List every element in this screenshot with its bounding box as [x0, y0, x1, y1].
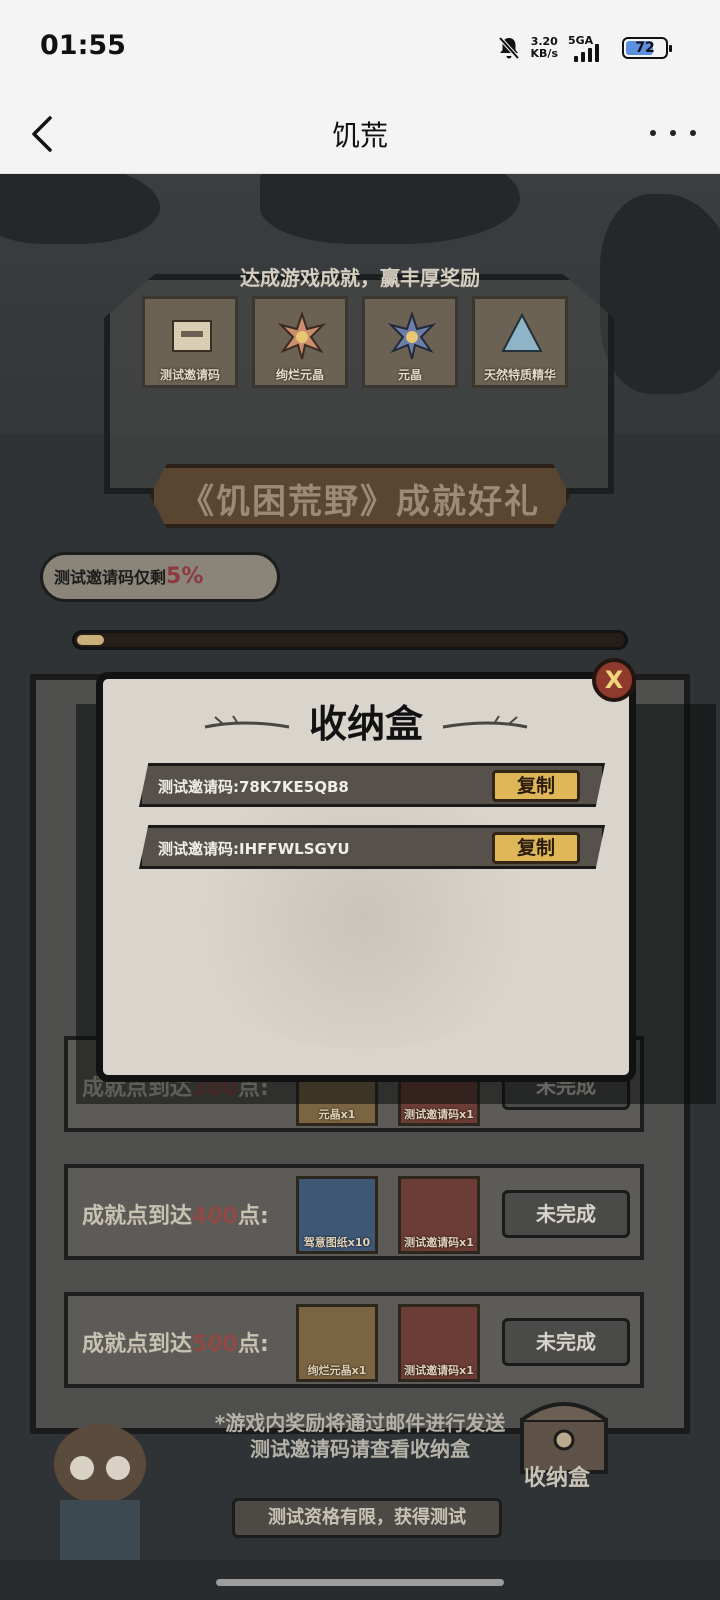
- storage-box-label[interactable]: 收纳盒: [524, 1460, 590, 1492]
- event-banner-title: 《饥困荒野》成就好礼: [180, 482, 540, 522]
- branch-decoration-icon: [442, 715, 528, 729]
- reward-tile: 天然特质精华: [472, 296, 568, 388]
- starburst-crystal-icon: [277, 311, 327, 360]
- close-modal-button[interactable]: X: [592, 658, 636, 702]
- row-label: 成就点到达400点:: [82, 1204, 269, 1229]
- signal-bars-icon: [574, 44, 599, 62]
- remaining-text: 测试邀请码仅剩5%: [54, 564, 204, 589]
- top-reward-list: 测试邀请码 绚烂元晶 元晶 天然特质精华: [142, 296, 568, 388]
- bell-muted-icon: [498, 36, 520, 60]
- more-options-button[interactable]: [650, 118, 696, 148]
- row-label: 成就点到达500点:: [82, 1332, 269, 1357]
- scroll-icon: [172, 320, 212, 352]
- limited-qualification-banner: 测试资格有限，获得测试: [232, 1498, 502, 1538]
- modal-title: 收纳盒: [308, 702, 423, 746]
- reward-item-starburst-crystal: 绚烂元晶x1: [296, 1304, 378, 1382]
- achievement-row: 成就点到达500点: 绚烂元晶x1 测试邀请码x1 未完成: [64, 1292, 644, 1388]
- invite-code-row: 测试邀请码:IHFFWLSGYU 复制: [139, 825, 605, 869]
- storage-box-modal: 收纳盒 测试邀请码:78K7KE5QB8 复制 测试邀请码:IHFFWLSGYU…: [96, 672, 636, 1082]
- battery-icon: 72: [622, 37, 672, 59]
- claim-status-button[interactable]: 未完成: [502, 1318, 630, 1366]
- page-title: 饥荒: [331, 119, 388, 152]
- status-bar: 01:55 3.20 KB/s 5GA 72: [0, 0, 720, 96]
- signal-indicator: 5GA: [568, 34, 612, 62]
- invite-progress-bar: [72, 630, 628, 650]
- invite-code-row: 测试邀请码:78K7KE5QB8 复制: [139, 763, 605, 807]
- mascot-character-icon: [54, 1424, 146, 1560]
- progress-fill: [77, 635, 104, 645]
- reward-item-blueprint: 驾意图纸x10: [296, 1176, 378, 1254]
- reward-item-invite-code: 测试邀请码x1: [398, 1176, 480, 1254]
- dot-icon: [670, 130, 676, 136]
- home-indicator[interactable]: [216, 1579, 504, 1586]
- character-art: [600, 194, 720, 394]
- achievement-title: 达成游戏成就，赢丰厚奖励: [240, 266, 480, 290]
- dot-icon: [690, 130, 696, 136]
- copy-button[interactable]: 复制: [492, 770, 580, 802]
- achievement-row: 成就点到达400点: 驾意图纸x10 测试邀请码x1 未完成: [64, 1164, 644, 1260]
- reward-tile: 测试邀请码: [142, 296, 238, 388]
- app-header: 饥荒: [0, 96, 720, 174]
- reward-item-invite-code: 测试邀请码x1: [398, 1304, 480, 1382]
- status-icons: 3.20 KB/s 5GA 72: [497, 34, 672, 62]
- clock: 01:55: [40, 30, 126, 61]
- crystal-icon: [387, 311, 437, 360]
- reward-tile: 绚烂元晶: [252, 296, 348, 388]
- claim-status-button[interactable]: 未完成: [502, 1190, 630, 1238]
- invite-code-text: 测试邀请码:IHFFWLSGYU: [158, 840, 350, 858]
- gem-icon: [501, 312, 543, 352]
- dot-icon: [650, 130, 656, 136]
- invite-code-text: 测试邀请码:78K7KE5QB8: [158, 778, 349, 796]
- reward-tile: 元晶: [362, 296, 458, 388]
- copy-button[interactable]: 复制: [492, 832, 580, 864]
- network-speed: 3.20 KB/s: [530, 35, 558, 60]
